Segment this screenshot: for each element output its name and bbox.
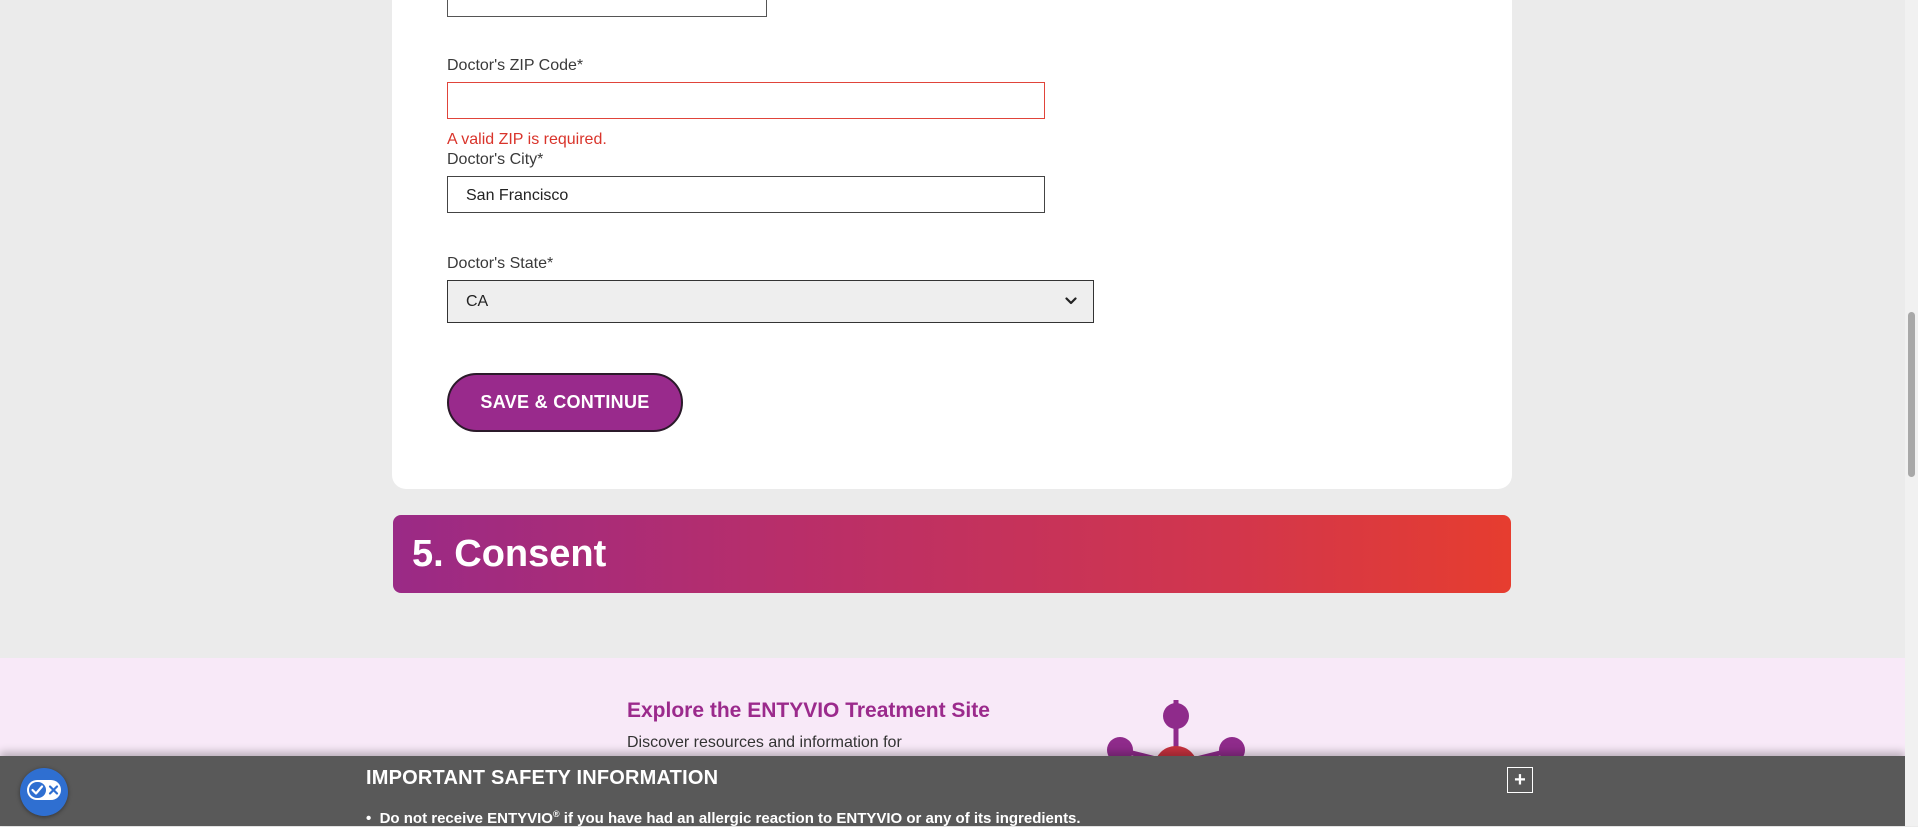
isi-expand-button[interactable]: + <box>1507 767 1533 793</box>
zip-code-input[interactable] <box>447 82 1045 119</box>
save-continue-button[interactable]: SAVE & CONTINUE <box>447 373 683 432</box>
state-label: Doctor's State* <box>447 255 554 272</box>
isi-title: IMPORTANT SAFETY INFORMATION <box>366 767 719 789</box>
consent-section-header[interactable]: 5. Consent <box>393 515 1511 593</box>
cookie-consent-button[interactable] <box>20 768 68 816</box>
zip-code-label: Doctor's ZIP Code* <box>447 57 584 74</box>
scrollbar-thumb[interactable] <box>1908 312 1915 477</box>
state-select-value: CA <box>466 292 489 310</box>
page-scrollbar[interactable] <box>1905 0 1918 826</box>
previous-address-input[interactable] <box>447 0 767 17</box>
state-select[interactable]: CA <box>447 280 1094 323</box>
isi-first-bullet: • Do not receive ENTYVIO® if you have ha… <box>366 809 1081 827</box>
city-input[interactable]: San Francisco <box>447 176 1045 213</box>
registered-mark: ® <box>552 809 560 819</box>
isi-bullet-prefix: Do not receive ENTYVIO <box>379 810 553 827</box>
explore-title[interactable]: Explore the ENTYVIO Treatment Site <box>627 699 990 723</box>
consent-title: 5. Consent <box>412 532 607 575</box>
isi-bullet-text: if you have had an allergic reaction to … <box>559 810 1081 827</box>
molecule-graphic-icon <box>1100 700 1250 758</box>
important-safety-information-bar: IMPORTANT SAFETY INFORMATION + • Do not … <box>0 756 1905 827</box>
bullet-dot: • <box>366 810 380 827</box>
zip-error-message: A valid ZIP is required. <box>447 131 607 148</box>
explore-description: Discover resources and information for <box>627 734 902 751</box>
chevron-down-icon <box>1065 293 1077 311</box>
checkmark-x-toggle-icon <box>26 779 62 806</box>
city-label: Doctor's City* <box>447 151 544 168</box>
